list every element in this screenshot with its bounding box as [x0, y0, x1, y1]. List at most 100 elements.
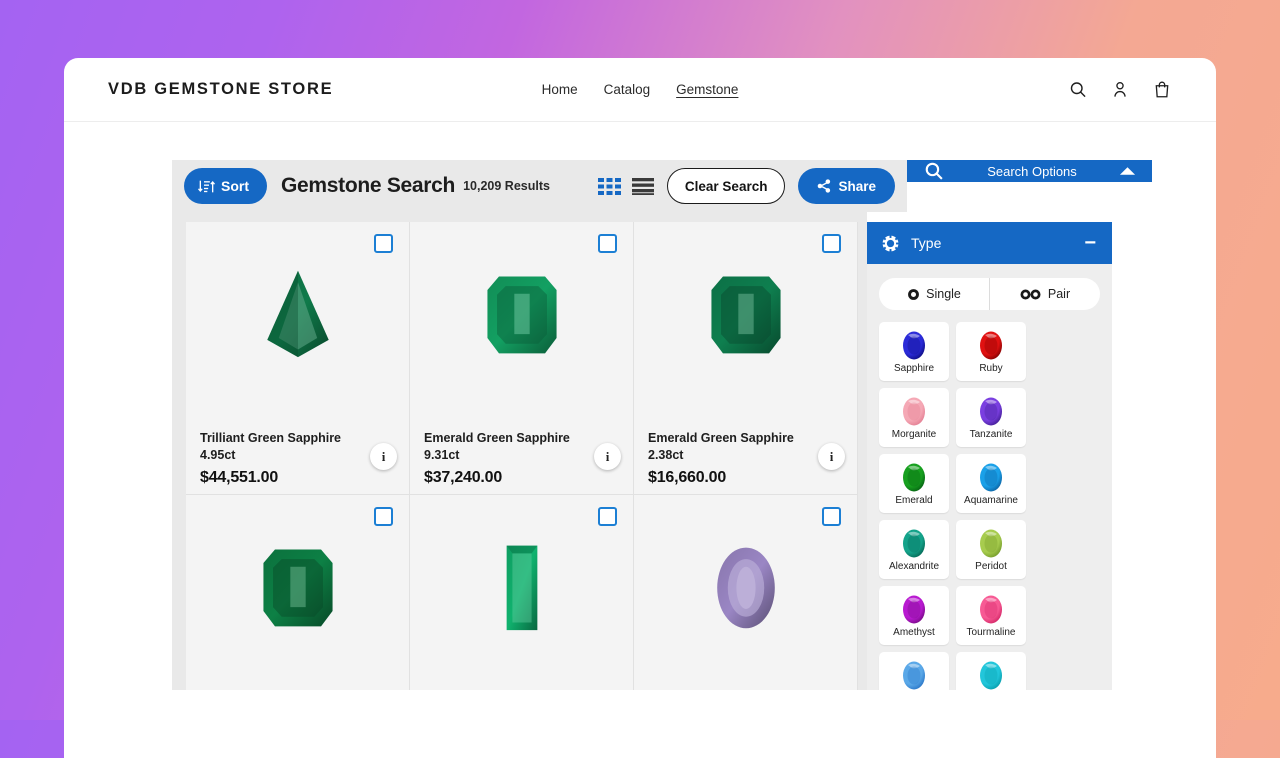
gem-type-option[interactable]: Ruby	[956, 322, 1026, 381]
product-card[interactable]: i	[634, 495, 858, 690]
single-gem-icon	[908, 288, 920, 300]
product-name: Trilliant Green Sapphire	[200, 431, 342, 445]
gem-type-option[interactable]: Zircon	[956, 652, 1026, 690]
collapse-icon[interactable]: −	[1082, 233, 1098, 253]
clear-search-button[interactable]: Clear Search	[666, 168, 786, 204]
result-count-value: 10,209	[463, 179, 502, 193]
single-pair-toggle: Single Pair	[879, 278, 1100, 310]
product-image	[186, 222, 409, 427]
gem-type-option[interactable]: Topaz	[879, 652, 949, 690]
product-details: Emerald Green Sapphire 9.31ct $37,240.00…	[410, 427, 633, 487]
product-price: $44,551.00	[200, 468, 279, 486]
product-details: Trilliant Green Sapphire 4.95ct $44,551.…	[186, 427, 409, 487]
chevron-up-icon	[1119, 167, 1136, 175]
toolbar-left: Sort Gemstone Search 10,209 Results Clea…	[172, 160, 907, 212]
product-info-button[interactable]: i	[594, 443, 621, 470]
product-details: Emerald Green Sapphire 2.38ct $16,660.00…	[634, 427, 857, 487]
product-carat: 2.38ct	[648, 447, 684, 462]
results-row: Trilliant Green Sapphire 4.95ct $44,551.…	[172, 212, 1152, 690]
product-card[interactable]: Trilliant Green Sapphire 4.95ct $44,551.…	[186, 222, 410, 495]
product-info-button[interactable]: i	[818, 443, 845, 470]
gem-type-label: Sapphire	[893, 362, 935, 374]
gem-type-option[interactable]: Morganite	[879, 388, 949, 447]
product-card[interactable]: Emerald Green Sapphire 2.38ct $16,660.00…	[634, 222, 858, 495]
product-carat: 4.95ct	[200, 447, 236, 462]
product-info-button[interactable]: i	[370, 443, 397, 470]
product-select-checkbox[interactable]	[374, 507, 393, 526]
search-options-label: Search Options	[987, 163, 1077, 179]
product-image	[186, 495, 409, 690]
segment-pair[interactable]: Pair	[989, 278, 1100, 310]
share-button-label: Share	[838, 178, 876, 194]
result-count-word: Results	[504, 179, 550, 193]
search-icon	[925, 162, 943, 180]
sort-icon	[198, 180, 215, 192]
product-image	[634, 495, 857, 690]
search-toolbar: Sort Gemstone Search 10,209 Results Clea…	[172, 160, 907, 212]
page-content: Sort Gemstone Search 10,209 Results Clea…	[64, 122, 1216, 690]
gem-type-label: Amethyst	[893, 626, 935, 638]
segment-single[interactable]: Single	[879, 278, 989, 310]
gem-type-label: Aquamarine	[964, 494, 1018, 506]
grid-view-icon[interactable]	[597, 177, 621, 195]
card-list: Trilliant Green Sapphire 4.95ct $44,551.…	[186, 222, 867, 690]
nav-item-gemstone[interactable]: Gemstone	[676, 82, 738, 97]
gem-type-option[interactable]: Alexandrite	[879, 520, 949, 579]
gem-type-label: Tourmaline	[966, 626, 1016, 638]
toolbar-actions: Clear Search Share	[597, 168, 895, 204]
view-toggle-group	[597, 177, 654, 195]
product-price: $16,660.00	[648, 468, 727, 486]
result-count: 10,209 Results	[463, 179, 550, 193]
product-card[interactable]: Emerald Green Sapphire 9.31ct $37,240.00…	[410, 222, 634, 495]
results-grid: Trilliant Green Sapphire 4.95ct $44,551.…	[172, 212, 867, 690]
gem-type-option[interactable]: Aquamarine	[956, 454, 1026, 513]
product-price: $37,240.00	[424, 468, 503, 486]
type-panel-title: Type	[911, 235, 942, 251]
sort-button[interactable]: Sort	[184, 168, 267, 204]
gem-type-label: Peridot	[975, 560, 1007, 572]
gem-type-option[interactable]: Tourmaline	[956, 586, 1026, 645]
toolbar-row: Sort Gemstone Search 10,209 Results Clea…	[172, 160, 1152, 212]
gem-type-option[interactable]: Emerald	[879, 454, 949, 513]
gem-type-grid: Sapphire Ruby Morganite Tanzanite Emeral…	[867, 310, 1112, 690]
sort-button-label: Sort	[221, 178, 249, 194]
segment-pair-label: Pair	[1047, 287, 1071, 301]
type-filter-panel: Type − Single Pair Sapphire Ruby Morgani…	[867, 222, 1112, 690]
gem-type-label: Morganite	[891, 428, 937, 440]
gem-type-label: Ruby	[979, 362, 1003, 374]
nav-item-home[interactable]: Home	[542, 82, 578, 97]
product-select-checkbox[interactable]	[598, 234, 617, 253]
header-icon-group	[1068, 79, 1172, 100]
nav-item-catalog[interactable]: Catalog	[604, 82, 651, 97]
gem-type-option[interactable]: Amethyst	[879, 586, 949, 645]
gem-type-label: Alexandrite	[888, 560, 940, 572]
product-image	[634, 222, 857, 427]
search-icon[interactable]	[1068, 79, 1088, 100]
product-name: Emerald Green Sapphire	[648, 431, 794, 445]
account-icon[interactable]	[1110, 79, 1130, 100]
filter-column: Type − Single Pair Sapphire Ruby Morgani…	[867, 212, 1112, 690]
product-carat: 9.31ct	[424, 447, 460, 462]
gem-type-option[interactable]: Tanzanite	[956, 388, 1026, 447]
product-select-checkbox[interactable]	[822, 234, 841, 253]
type-panel-header[interactable]: Type −	[867, 222, 1112, 264]
gem-type-option[interactable]: Peridot	[956, 520, 1026, 579]
site-header: VDB GEMSTONE STORE Home Catalog Gemstone	[64, 58, 1216, 122]
pair-gem-icon	[1020, 289, 1041, 299]
product-select-checkbox[interactable]	[598, 507, 617, 526]
product-select-checkbox[interactable]	[822, 507, 841, 526]
segment-single-label: Single	[926, 287, 961, 301]
product-name: Emerald Green Sapphire	[424, 431, 570, 445]
cart-icon[interactable]	[1152, 79, 1172, 100]
gem-type-option[interactable]: Sapphire	[879, 322, 949, 381]
product-card[interactable]: i	[186, 495, 410, 690]
product-image	[410, 495, 633, 690]
site-card: VDB GEMSTONE STORE Home Catalog Gemstone	[64, 58, 1216, 758]
product-card[interactable]: i	[410, 495, 634, 690]
brand-logo[interactable]: VDB GEMSTONE STORE	[108, 80, 333, 99]
search-options-button[interactable]: Search Options	[907, 160, 1152, 182]
gem-icon	[881, 234, 900, 252]
product-select-checkbox[interactable]	[374, 234, 393, 253]
share-button[interactable]: Share	[798, 168, 895, 204]
list-view-icon[interactable]	[631, 177, 654, 195]
